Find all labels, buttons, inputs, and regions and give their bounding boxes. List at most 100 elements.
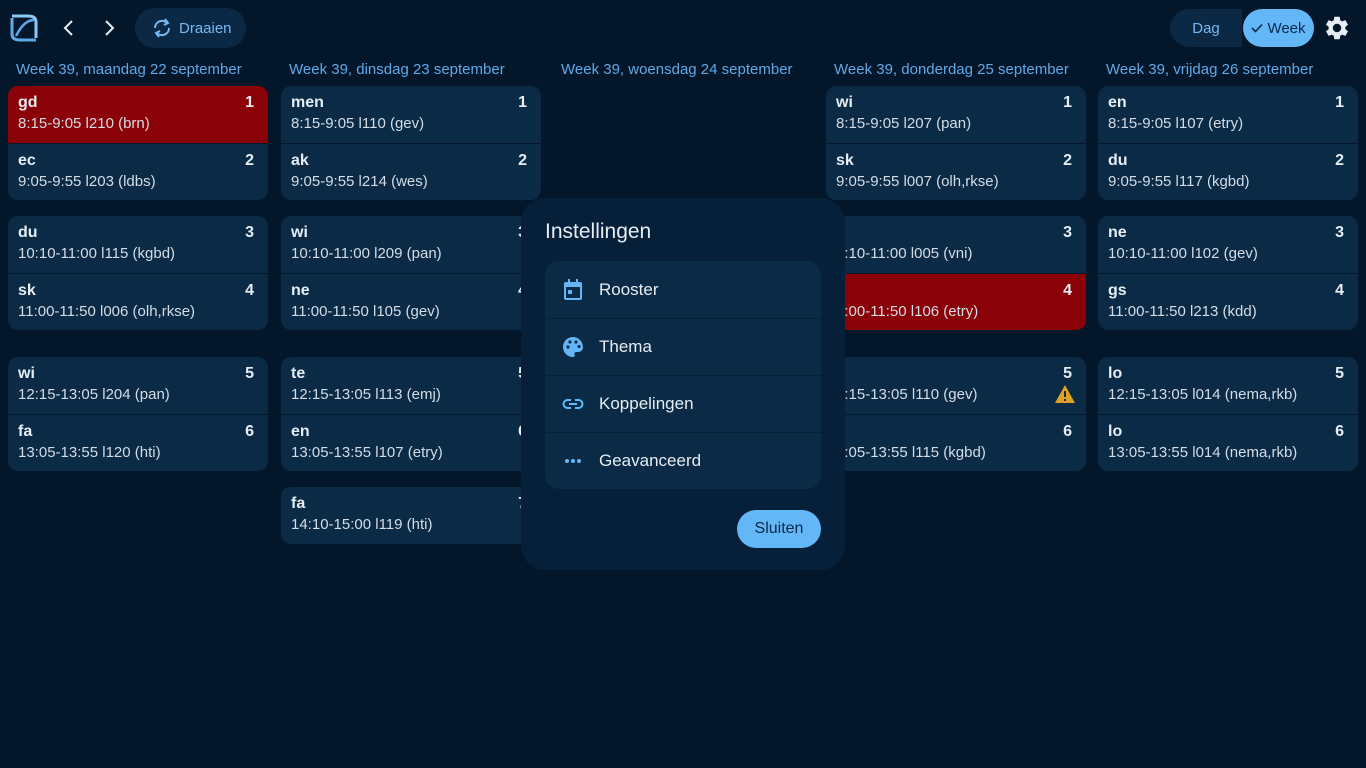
day-header: Week 39, maandag 22 september bbox=[16, 61, 242, 78]
lesson-card[interactable]: du 10:10-11:00 l115 (kgbd) 3 bbox=[8, 216, 268, 273]
lesson-info: 1:00-11:50 l106 (etry) bbox=[836, 303, 979, 320]
lesson-card[interactable]: e 2:15-13:05 l110 (gev) 5 bbox=[826, 357, 1086, 414]
lesson-card[interactable]: ne 10:10-11:00 l102 (gev) 3 bbox=[1098, 216, 1358, 273]
lesson-number: 2 bbox=[518, 152, 527, 169]
check-icon bbox=[1251, 23, 1264, 33]
settings-item-geavanceerd[interactable]: Geavanceerd bbox=[545, 432, 821, 489]
lesson-card[interactable]: ne 11:00-11:50 l105 (gev) 4 bbox=[281, 273, 541, 330]
lesson-subject: gs bbox=[1108, 282, 1127, 299]
lesson-card[interactable]: wi 10:10-11:00 l209 (pan) 3 bbox=[281, 216, 541, 273]
lesson-card[interactable]: sk 9:05-9:55 l007 (olh,rkse) 2 bbox=[826, 143, 1086, 200]
lesson-subject: sk bbox=[18, 282, 36, 299]
lesson-card[interactable]: ak 9:05-9:55 l214 (wes) 2 bbox=[281, 143, 541, 200]
lesson-info: 10:10-11:00 l115 (kgbd) bbox=[18, 245, 176, 262]
lesson-card[interactable]: u 3:05-13:55 l115 (kgbd) 6 bbox=[826, 414, 1086, 471]
lesson-info: 0:10-11:00 l005 (vni) bbox=[836, 245, 973, 262]
lesson-number: 4 bbox=[1335, 282, 1344, 299]
previous-week-button[interactable] bbox=[51, 10, 87, 46]
lesson-card[interactable]: wi 12:15-13:05 l204 (pan) 5 bbox=[8, 357, 268, 414]
next-week-button[interactable] bbox=[91, 10, 127, 46]
lesson-card[interactable]: du 9:05-9:55 l117 (kgbd) 2 bbox=[1098, 143, 1358, 200]
lesson-subject: gd bbox=[18, 94, 38, 111]
lesson-subject: sk bbox=[836, 152, 854, 169]
lesson-card[interactable]: a 0:10-11:00 l005 (vni) 3 bbox=[826, 216, 1086, 273]
lesson-card[interactable]: gd 8:15-9:05 l210 (brn) 1 bbox=[8, 86, 268, 143]
lesson-subject: du bbox=[18, 224, 38, 241]
app-logo-icon[interactable] bbox=[6, 10, 42, 46]
lesson-card[interactable]: sk 11:00-11:50 l006 (olh,rkse) 4 bbox=[8, 273, 268, 330]
lesson-card[interactable]: en 13:05-13:55 l107 (etry) 6 bbox=[281, 414, 541, 471]
lesson-number: 3 bbox=[1063, 224, 1072, 241]
gear-icon[interactable] bbox=[1323, 14, 1351, 42]
lesson-info: 9:05-9:55 l203 (ldbs) bbox=[18, 173, 156, 190]
lesson-info: 12:15-13:05 l113 (emj) bbox=[291, 386, 441, 403]
lesson-card[interactable]: fa 13:05-13:55 l120 (hti) 6 bbox=[8, 414, 268, 471]
lesson-info: 14:10-15:00 l119 (hti) bbox=[291, 516, 433, 533]
dialog-title: Instellingen bbox=[545, 220, 652, 243]
lesson-group: du 10:10-11:00 l115 (kgbd) 3 sk 11:00-11… bbox=[8, 216, 268, 330]
day-header: Week 39, vrijdag 26 september bbox=[1106, 61, 1314, 78]
lesson-number: 1 bbox=[245, 94, 254, 111]
settings-item-thema[interactable]: Thema bbox=[545, 318, 821, 375]
lesson-number: 5 bbox=[1063, 365, 1072, 382]
lesson-subject: ak bbox=[291, 152, 309, 169]
lesson-subject: en bbox=[291, 423, 310, 440]
lesson-subject: wi bbox=[836, 94, 853, 111]
lesson-subject: fa bbox=[291, 495, 306, 512]
lesson-subject: lo bbox=[1108, 423, 1123, 440]
rotate-button[interactable]: Draaien bbox=[135, 8, 246, 48]
lesson-card[interactable]: lo 13:05-13:55 l014 (nema,rkb) 6 bbox=[1098, 414, 1358, 471]
lesson-number: 5 bbox=[1335, 365, 1344, 382]
lesson-group: e 2:15-13:05 l110 (gev) 5 u 3:05-13:55 l… bbox=[826, 357, 1086, 471]
settings-item-rooster[interactable]: Rooster bbox=[545, 261, 821, 318]
lesson-info: 11:00-11:50 l105 (gev) bbox=[291, 303, 440, 320]
lesson-group: wi 12:15-13:05 l204 (pan) 5 fa 13:05-13:… bbox=[8, 357, 268, 471]
view-week-button[interactable]: Week bbox=[1243, 9, 1314, 47]
lesson-info: 10:10-11:00 l209 (pan) bbox=[291, 245, 442, 262]
lesson-info: 9:05-9:55 l007 (olh,rkse) bbox=[836, 173, 999, 190]
settings-item-label: Koppelingen bbox=[599, 394, 694, 413]
link-icon bbox=[561, 392, 585, 416]
palette-icon bbox=[561, 335, 585, 359]
lesson-card[interactable]: en 8:15-9:05 l107 (etry) 1 bbox=[1098, 86, 1358, 143]
lesson-group: gd 8:15-9:05 l210 (brn) 1 ec 9:05-9:55 l… bbox=[8, 86, 268, 200]
day-header: Week 39, woensdag 24 september bbox=[561, 61, 793, 78]
more-icon bbox=[561, 449, 585, 473]
view-day-button[interactable]: Dag bbox=[1170, 9, 1242, 47]
lesson-group: lo 12:15-13:05 l014 (nema,rkb) 5 lo 13:0… bbox=[1098, 357, 1358, 471]
lesson-number: 6 bbox=[245, 423, 254, 440]
lesson-card[interactable]: ec 9:05-9:55 l203 (ldbs) 2 bbox=[8, 143, 268, 200]
day-column-thursday: Week 39, donderdag 25 september wi 8:15-… bbox=[826, 56, 1086, 471]
lesson-card[interactable]: lo 12:15-13:05 l014 (nema,rkb) 5 bbox=[1098, 357, 1358, 414]
view-week-label: Week bbox=[1267, 19, 1306, 37]
lesson-card[interactable]: men 8:15-9:05 l110 (gev) 1 bbox=[281, 86, 541, 143]
lesson-group: men 8:15-9:05 l110 (gev) 1 ak 9:05-9:55 … bbox=[281, 86, 541, 200]
lesson-info: 11:00-11:50 l213 (kdd) bbox=[1108, 303, 1257, 320]
lesson-card[interactable]: te 12:15-13:05 l113 (emj) 5 bbox=[281, 357, 541, 414]
lesson-info: 11:00-11:50 l006 (olh,rkse) bbox=[18, 303, 196, 320]
lesson-info: 8:15-9:05 l107 (etry) bbox=[1108, 115, 1244, 132]
lesson-card[interactable]: fa 14:10-15:00 l119 (hti) 7 bbox=[281, 487, 541, 544]
top-bar: Draaien Dag Week bbox=[0, 0, 1366, 56]
lesson-group: ne 10:10-11:00 l102 (gev) 3 gs 11:00-11:… bbox=[1098, 216, 1358, 330]
lesson-group: wi 8:15-9:05 l207 (pan) 1 sk 9:05-9:55 l… bbox=[826, 86, 1086, 200]
lesson-card[interactable]: n 1:00-11:50 l106 (etry) 4 bbox=[826, 273, 1086, 330]
lesson-subject: ec bbox=[18, 152, 36, 169]
lesson-info: 3:05-13:55 l115 (kgbd) bbox=[836, 444, 986, 461]
lesson-subject: e bbox=[836, 365, 1072, 383]
settings-item-label: Thema bbox=[599, 337, 652, 356]
settings-item-label: Geavanceerd bbox=[599, 451, 702, 470]
lesson-subject: n bbox=[836, 282, 1072, 300]
lesson-subject: te bbox=[291, 365, 306, 382]
rotate-label: Draaien bbox=[179, 19, 232, 37]
lesson-info: 13:05-13:55 l120 (hti) bbox=[18, 444, 161, 461]
calendar-icon bbox=[561, 278, 585, 302]
settings-item-koppelingen[interactable]: Koppelingen bbox=[545, 375, 821, 432]
close-button-label: Sluiten bbox=[754, 520, 804, 537]
lesson-group: a 0:10-11:00 l005 (vni) 3 n 1:00-11:50 l… bbox=[826, 216, 1086, 330]
close-button[interactable]: Sluiten bbox=[737, 510, 821, 548]
lesson-info: 12:15-13:05 l014 (nema,rkb) bbox=[1108, 386, 1298, 403]
lesson-info: 13:05-13:55 l014 (nema,rkb) bbox=[1108, 444, 1298, 461]
lesson-card[interactable]: wi 8:15-9:05 l207 (pan) 1 bbox=[826, 86, 1086, 143]
lesson-card[interactable]: gs 11:00-11:50 l213 (kdd) 4 bbox=[1098, 273, 1358, 330]
